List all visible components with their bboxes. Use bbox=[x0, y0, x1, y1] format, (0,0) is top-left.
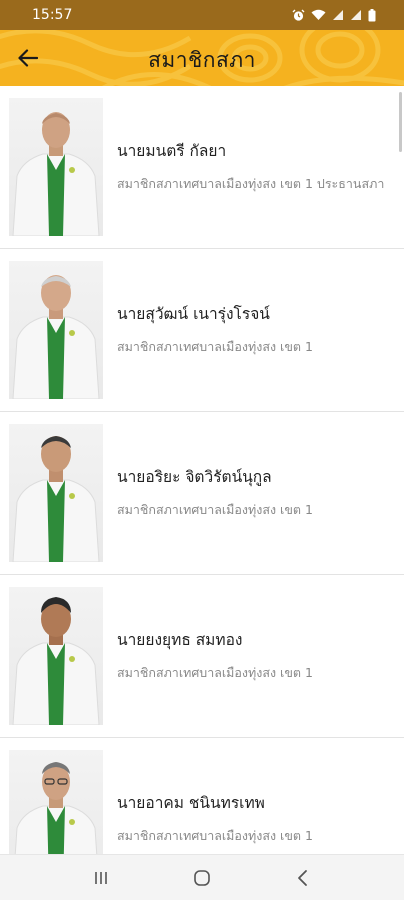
recent-apps-icon bbox=[94, 871, 107, 884]
system-nav-bar bbox=[0, 854, 404, 900]
member-text: นายมนตรี กัลยา สมาชิกสภาเทศบาลเมืองทุ่งส… bbox=[117, 138, 387, 197]
person-portrait-image bbox=[14, 762, 98, 854]
person-portrait-image bbox=[12, 597, 100, 725]
member-item[interactable]: นายมนตรี กัลยา สมาชิกสภาเทศบาลเมืองทุ่งส… bbox=[0, 86, 404, 249]
status-icons bbox=[292, 8, 376, 22]
member-photo bbox=[9, 261, 103, 399]
signal-icon bbox=[351, 10, 361, 20]
member-text: นายยงยุทธ สมทอง สมาชิกสภาเทศบาลเมืองทุ่ง… bbox=[117, 627, 387, 686]
back-icon bbox=[298, 869, 308, 886]
system-back-button[interactable] bbox=[283, 858, 323, 898]
battery-icon bbox=[368, 8, 376, 21]
member-text: นายอาคม ชนินทรเทพ สมาชิกสภาเทศบาลเมืองทุ… bbox=[117, 790, 387, 849]
member-name: นายอาคม ชนินทรเทพ bbox=[117, 793, 265, 812]
member-item[interactable]: นายอาคม ชนินทรเทพ สมาชิกสภาเทศบาลเมืองทุ… bbox=[0, 738, 404, 854]
wifi-icon bbox=[311, 9, 326, 20]
home-button[interactable] bbox=[182, 858, 222, 898]
member-item[interactable]: นายยงยุทธ สมทอง สมาชิกสภาเทศบาลเมืองทุ่ง… bbox=[0, 575, 404, 738]
member-position: สมาชิกสภาเทศบาลเมืองทุ่งสง เขต 1 bbox=[117, 827, 313, 843]
person-portrait-image bbox=[12, 436, 100, 562]
member-position: สมาชิกสภาเทศบาลเมืองทุ่งสง เขต 1 bbox=[117, 664, 313, 680]
member-name: นายอริยะ จิตวิรัตน์นุกูล bbox=[117, 467, 272, 486]
status-time: 15:57 bbox=[32, 7, 73, 23]
member-item[interactable]: นายสุวัฒน์ เนารุ่งโรจน์ สมาชิกสภาเทศบาลเ… bbox=[0, 249, 404, 412]
member-photo bbox=[9, 587, 103, 725]
person-portrait-image bbox=[12, 112, 100, 236]
signal-icon bbox=[333, 10, 343, 20]
alarm-icon bbox=[292, 9, 305, 21]
app-bar: สมาชิกสภา bbox=[0, 30, 404, 86]
status-bar: 15:57 bbox=[0, 0, 404, 30]
member-item[interactable]: นายอริยะ จิตวิรัตน์นุกูล สมาชิกสภาเทศบาล… bbox=[0, 412, 404, 575]
member-position: สมาชิกสภาเทศบาลเมืองทุ่งสง เขต 1 bbox=[117, 501, 313, 517]
member-position: สมาชิกสภาเทศบาลเมืองทุ่งสง เขต 1 bbox=[117, 338, 313, 354]
member-photo bbox=[9, 98, 103, 236]
page-title: สมาชิกสภา bbox=[148, 48, 256, 72]
member-text: นายอริยะ จิตวิรัตน์นุกูล สมาชิกสภาเทศบาล… bbox=[117, 464, 387, 523]
home-icon bbox=[194, 869, 210, 886]
member-name: นายมนตรี กัลยา bbox=[117, 141, 227, 160]
person-portrait-image bbox=[12, 275, 100, 399]
member-position: สมาชิกสภาเทศบาลเมืองทุ่งสง เขต 1 ประธานส… bbox=[117, 175, 385, 191]
member-photo bbox=[9, 424, 103, 562]
member-name: นายยงยุทธ สมทอง bbox=[117, 630, 243, 649]
member-photo bbox=[9, 750, 103, 854]
recent-apps-button[interactable] bbox=[81, 858, 121, 898]
member-name: นายสุวัฒน์ เนารุ่งโรจน์ bbox=[117, 304, 270, 323]
member-text: นายสุวัฒน์ เนารุ่งโรจน์ สมาชิกสภาเทศบาลเ… bbox=[117, 301, 387, 360]
member-list[interactable]: นายมนตรี กัลยา สมาชิกสภาเทศบาลเมืองทุ่งส… bbox=[0, 86, 404, 854]
scrollbar-thumb[interactable] bbox=[399, 92, 402, 152]
